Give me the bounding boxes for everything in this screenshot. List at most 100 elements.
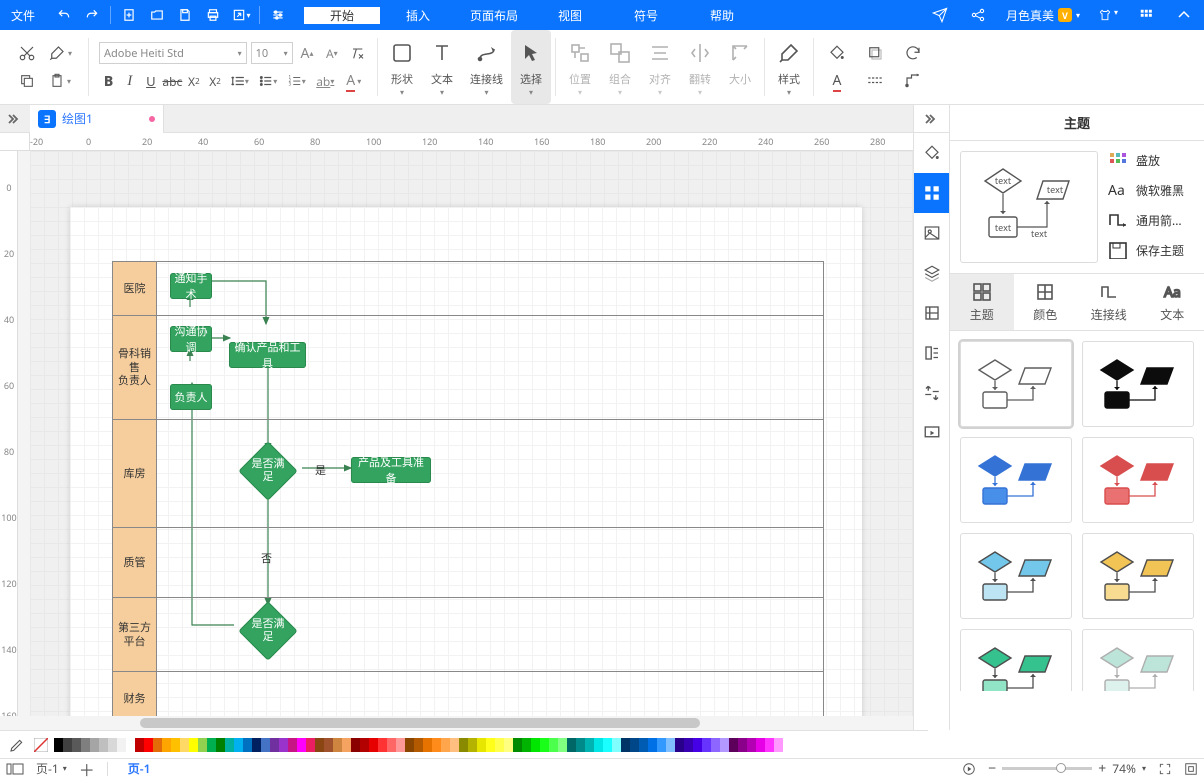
- swatch[interactable]: [774, 738, 783, 752]
- swatch[interactable]: [315, 738, 324, 752]
- swatch[interactable]: [297, 738, 306, 752]
- fill-tool-icon[interactable]: [914, 133, 950, 173]
- theme-cat-theme[interactable]: 主题: [950, 274, 1014, 330]
- swatch[interactable]: [720, 738, 729, 752]
- zoom-in-button[interactable]: +: [1098, 759, 1106, 778]
- shape-tool[interactable]: 形状▾: [382, 30, 422, 104]
- document-tab[interactable]: ∃ 绘图1: [30, 105, 164, 133]
- menu-tab-2[interactable]: 页面布局: [456, 7, 532, 24]
- canvas[interactable]: 医院 通知手术 骨科销 售 负责人 沟通协调 确认产品和工具 负责人 库房: [30, 151, 914, 716]
- redo-button[interactable]: [78, 0, 106, 30]
- swatch[interactable]: [576, 738, 585, 752]
- swatch[interactable]: [207, 738, 216, 752]
- node-confirm[interactable]: 确认产品和工具: [229, 342, 306, 368]
- swatch[interactable]: [603, 738, 612, 752]
- swatch[interactable]: [54, 738, 63, 752]
- swatch[interactable]: [450, 738, 459, 752]
- theme-card-1[interactable]: [1082, 341, 1194, 427]
- lane-head-sales[interactable]: 骨科销 售 负责人: [113, 316, 157, 419]
- swatch[interactable]: [288, 738, 297, 752]
- lane-head-thirdparty[interactable]: 第三方 平台: [113, 598, 157, 671]
- page-name[interactable]: 页-1: [114, 760, 165, 777]
- expand-side-button[interactable]: [914, 105, 949, 133]
- fullscreen-icon[interactable]: [1178, 759, 1204, 779]
- menu-tab-5[interactable]: 帮助: [684, 7, 760, 24]
- increase-font-button[interactable]: A▴: [297, 41, 318, 65]
- user-menu[interactable]: 月色真美 V ▾: [1006, 7, 1080, 24]
- swatch[interactable]: [549, 738, 558, 752]
- swimlane-container[interactable]: 医院 通知手术 骨科销 售 负责人 沟通协调 确认产品和工具 负责人 库房: [112, 261, 824, 716]
- swatch[interactable]: [333, 738, 342, 752]
- bold-button[interactable]: B: [99, 69, 118, 93]
- presentation-mode-icon[interactable]: [956, 759, 982, 779]
- expand-panel-button[interactable]: [0, 113, 30, 125]
- swatch[interactable]: [198, 738, 207, 752]
- menu-tab-3[interactable]: 视图: [532, 7, 608, 24]
- no-color-icon[interactable]: [30, 734, 52, 756]
- collapse-ribbon-icon[interactable]: [1174, 10, 1194, 20]
- swatch[interactable]: [81, 738, 90, 752]
- theme-prop-effect[interactable]: 盛放: [1108, 151, 1194, 169]
- swatch[interactable]: [225, 738, 234, 752]
- export-button[interactable]: ▾: [227, 0, 255, 30]
- options-button[interactable]: [264, 0, 292, 30]
- theme-card-0[interactable]: [960, 341, 1072, 427]
- pencil-icon[interactable]: [6, 734, 28, 756]
- swatch[interactable]: [612, 738, 621, 752]
- swatch[interactable]: [693, 738, 702, 752]
- swatch[interactable]: [729, 738, 738, 752]
- text-direction-button[interactable]: ab▾: [312, 69, 338, 93]
- swatch[interactable]: [378, 738, 387, 752]
- add-page-button[interactable]: ＋: [73, 759, 101, 779]
- theme-card-2[interactable]: [960, 437, 1072, 523]
- swatch[interactable]: [72, 738, 81, 752]
- image-tool-icon[interactable]: [914, 213, 950, 253]
- swatch[interactable]: [513, 738, 522, 752]
- theme-prop-font[interactable]: Aa微软雅黑: [1108, 181, 1194, 199]
- italic-button[interactable]: I: [120, 69, 139, 93]
- zoom-control[interactable]: − + 74% ▾: [982, 759, 1152, 778]
- swatch[interactable]: [495, 738, 504, 752]
- horizontal-ruler[interactable]: -200204060801001201401601802002202402602…: [30, 133, 914, 151]
- zoom-slider[interactable]: [1002, 767, 1092, 770]
- theme-prop-save[interactable]: 保存主题: [1108, 241, 1194, 259]
- swatch[interactable]: [135, 738, 144, 752]
- line-style-button[interactable]: [862, 69, 888, 93]
- swatch[interactable]: [369, 738, 378, 752]
- theme-cat-color[interactable]: 颜色: [1014, 274, 1078, 330]
- horizontal-scrollbar[interactable]: [30, 716, 914, 730]
- undo-button[interactable]: [50, 0, 78, 30]
- select-tool[interactable]: 选择▾: [511, 30, 551, 104]
- theme-tool-icon[interactable]: [914, 173, 950, 213]
- swatch[interactable]: [459, 738, 468, 752]
- theme-card-6[interactable]: [960, 629, 1072, 691]
- swatch[interactable]: [99, 738, 108, 752]
- numbering-button[interactable]: 123▾: [284, 69, 310, 93]
- share-icon[interactable]: [968, 7, 988, 23]
- new-button[interactable]: [115, 0, 143, 30]
- font-color-button-2[interactable]: A: [824, 69, 850, 93]
- swatch[interactable]: [702, 738, 711, 752]
- rotate-button[interactable]: [900, 41, 926, 65]
- swatch[interactable]: [342, 738, 351, 752]
- print-button[interactable]: [199, 0, 227, 30]
- swatch[interactable]: [684, 738, 693, 752]
- swatch[interactable]: [468, 738, 477, 752]
- swatch[interactable]: [531, 738, 540, 752]
- font-color-button[interactable]: A▾: [341, 69, 367, 93]
- swatch[interactable]: [711, 738, 720, 752]
- swatch[interactable]: [144, 738, 153, 752]
- swatch[interactable]: [216, 738, 225, 752]
- connector-style-button[interactable]: [900, 69, 926, 93]
- swatch[interactable]: [648, 738, 657, 752]
- swatch[interactable]: [666, 738, 675, 752]
- swatch[interactable]: [522, 738, 531, 752]
- skin-icon[interactable]: ▾: [1098, 7, 1118, 23]
- swatch[interactable]: [324, 738, 333, 752]
- format-painter-button[interactable]: ▾: [42, 41, 78, 65]
- page-select[interactable]: 页-1 ▾: [30, 759, 73, 779]
- font-name-combo[interactable]: Adobe Heiti Std▾: [99, 42, 247, 64]
- shadow-button[interactable]: [862, 41, 888, 65]
- swatch[interactable]: [504, 738, 513, 752]
- vertical-ruler[interactable]: 020406080100120140160: [0, 151, 18, 716]
